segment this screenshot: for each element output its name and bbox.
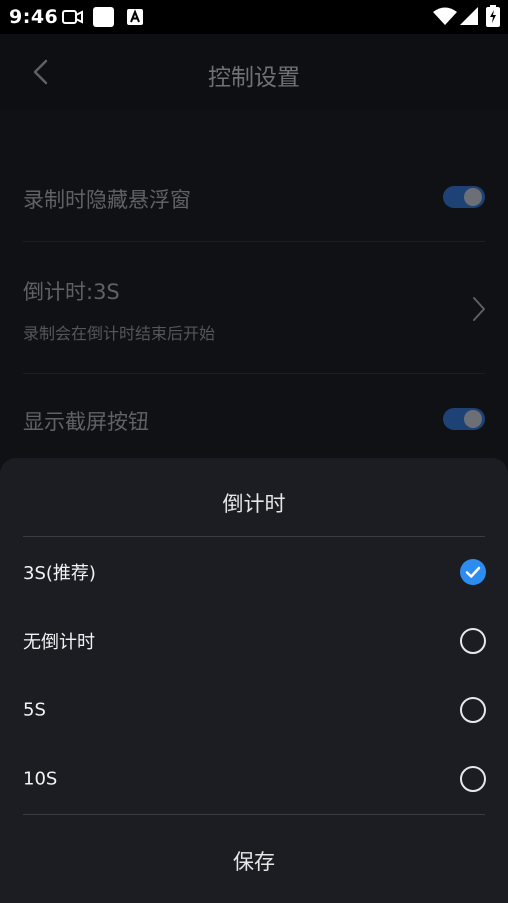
a-notification-icon <box>127 9 143 29</box>
save-button[interactable]: 保存 <box>0 846 508 876</box>
chevron-right-icon <box>471 295 487 323</box>
hide-float-window-label: 录制时隐藏悬浮窗 <box>23 188 191 212</box>
video-icon <box>62 9 84 29</box>
app-header: 控制设置 <box>0 34 508 110</box>
checked-radio-icon[interactable] <box>460 559 486 585</box>
countdown-description: 录制会在倒计时结束后开始 <box>23 324 216 343</box>
radio-icon[interactable] <box>460 766 486 792</box>
countdown-label: 倒计时:3S <box>23 280 120 304</box>
countdown-bottom-sheet: 倒计时 3S(推荐) 无倒计时 5S 10S 保存 <box>0 458 508 903</box>
option-label: 5S <box>23 699 46 721</box>
toggle-knob <box>464 188 482 206</box>
show-screenshot-button-label: 显示截屏按钮 <box>23 410 149 434</box>
toggle-knob <box>464 410 482 428</box>
show-screenshot-button-row[interactable]: 显示截屏按钮 <box>23 406 485 436</box>
option-5s[interactable]: 5S <box>0 676 508 744</box>
sheet-divider <box>23 536 485 537</box>
option-3s-recommended[interactable]: 3S(推荐) <box>0 538 508 606</box>
hide-float-window-row[interactable]: 录制时隐藏悬浮窗 <box>23 184 485 214</box>
battery-charging-icon <box>486 5 500 31</box>
sheet-title: 倒计时 <box>222 492 286 516</box>
divider <box>23 373 485 374</box>
option-10s[interactable]: 10S <box>0 745 508 813</box>
radio-icon[interactable] <box>460 628 486 654</box>
signal-icon <box>460 7 478 29</box>
page-title: 控制设置 <box>208 65 300 91</box>
divider <box>23 241 485 242</box>
hide-float-window-toggle[interactable] <box>443 186 485 208</box>
status-bar: 9:46 <box>0 0 508 34</box>
radio-icon[interactable] <box>460 697 486 723</box>
countdown-row[interactable]: 倒计时:3S 录制会在倒计时结束后开始 <box>23 276 485 344</box>
wifi-icon <box>433 7 457 29</box>
option-no-countdown[interactable]: 无倒计时 <box>0 607 508 675</box>
option-label: 无倒计时 <box>23 632 95 653</box>
show-screenshot-button-toggle[interactable] <box>443 408 485 430</box>
square-notification-icon <box>93 7 114 31</box>
sheet-divider <box>23 814 485 815</box>
status-time: 9:46 <box>9 6 59 28</box>
option-label: 3S(推荐) <box>23 563 96 584</box>
option-label: 10S <box>23 768 58 790</box>
